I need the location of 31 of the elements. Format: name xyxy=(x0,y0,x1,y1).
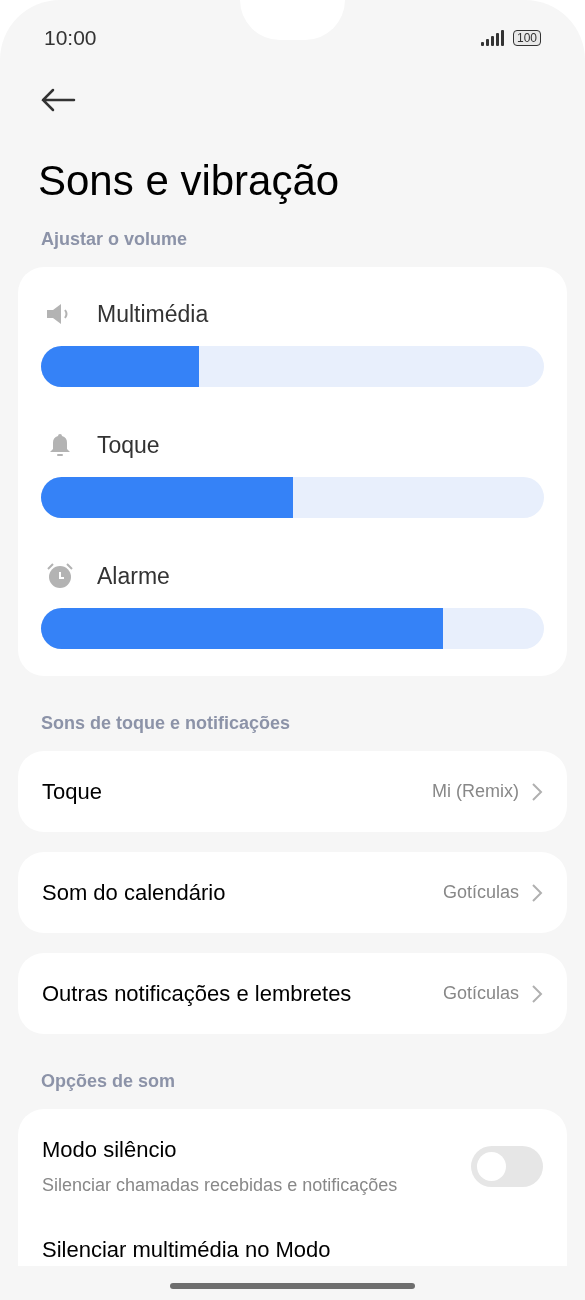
volume-label: Multimédia xyxy=(97,299,209,329)
option-label: Modo silêncio xyxy=(42,1136,178,1164)
page-title: Sons e vibração xyxy=(37,156,341,206)
back-arrow-icon[interactable] xyxy=(40,88,76,112)
volume-slider[interactable] xyxy=(41,346,544,387)
status-time: 10:00 xyxy=(44,25,97,52)
chevron-right-icon xyxy=(531,983,543,1004)
row-label: Toque xyxy=(42,778,102,806)
row-label: Outras notificações e lembretes xyxy=(42,980,352,1008)
row-value: Gotículas xyxy=(442,881,519,904)
chevron-right-icon xyxy=(531,882,543,903)
volume-slider[interactable] xyxy=(41,608,544,649)
option-label: Silenciar multimédia no Modo xyxy=(42,1236,331,1264)
volume-label: Toque xyxy=(97,430,160,460)
signal-icon xyxy=(480,30,507,46)
battery-level: 100 xyxy=(512,30,541,46)
settings-row[interactable]: Toque Mi (Remix) xyxy=(18,751,567,832)
volume-slider[interactable] xyxy=(41,477,544,518)
option-description: Silenciar chamadas recebidas e notificações xyxy=(42,1174,398,1197)
section-heading: Sons de toque e notificações xyxy=(40,712,292,735)
volume-label: Alarme xyxy=(97,561,170,591)
section-heading: Ajustar o volume xyxy=(40,228,189,251)
row-value: Gotículas xyxy=(442,982,519,1005)
row-value: Mi (Remix) xyxy=(432,780,519,803)
chevron-right-icon xyxy=(531,781,543,802)
settings-row[interactable]: Outras notificações e lembretes Gotículas xyxy=(18,953,567,1034)
section-heading: Opções de som xyxy=(40,1070,177,1093)
settings-row[interactable]: Som do calendário Gotículas xyxy=(18,852,567,933)
alarm-clock-icon xyxy=(46,562,74,590)
toggle-switch[interactable] xyxy=(471,1145,543,1187)
row-label: Som do calendário xyxy=(42,879,226,907)
